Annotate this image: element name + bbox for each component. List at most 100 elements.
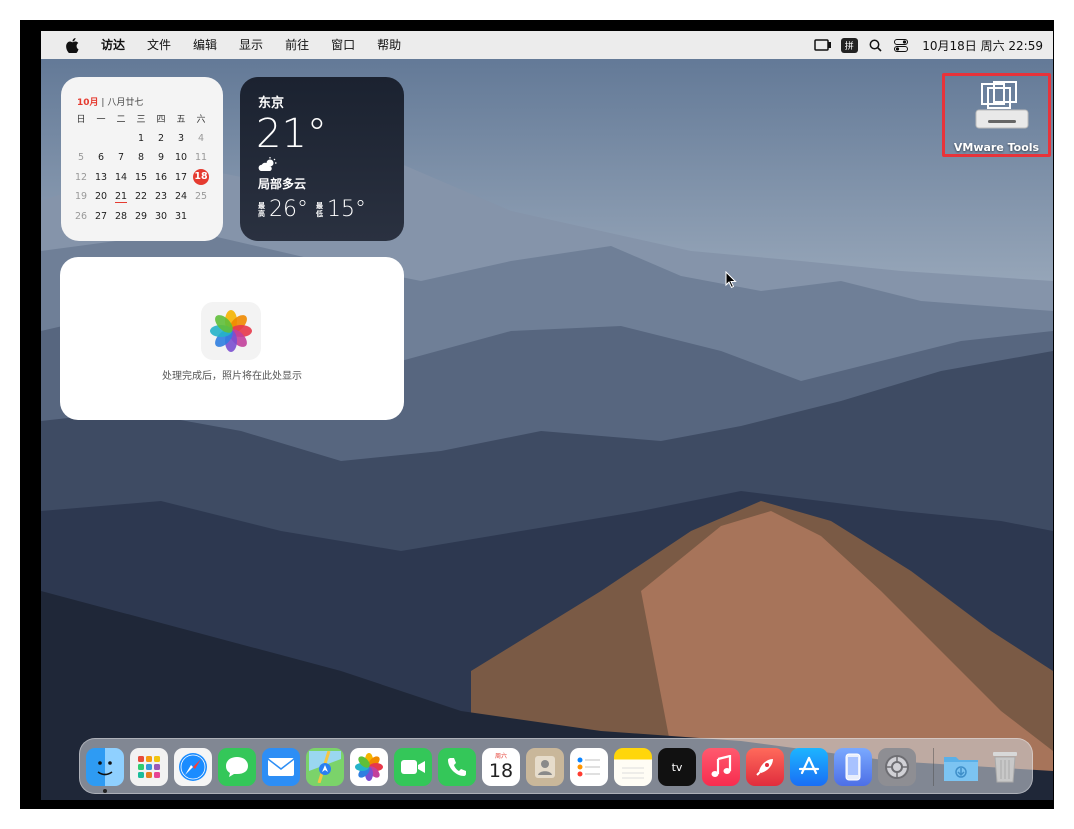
iphone-mirroring-icon[interactable] bbox=[834, 748, 872, 786]
weekday: 二 bbox=[116, 115, 126, 126]
safari-icon[interactable] bbox=[174, 748, 212, 786]
calendar-today-badge: 18 bbox=[193, 169, 209, 186]
calendar-weekday-row: 日 一 二 三 四 五 六 bbox=[71, 109, 211, 129]
weather-widget[interactable]: 东京 21° 局部多云 最高 26° 最低 15° bbox=[240, 77, 404, 241]
menu-edit[interactable]: 编辑 bbox=[182, 31, 228, 59]
calendar-day: 12 bbox=[74, 171, 88, 183]
input-method-icon[interactable]: 拼 bbox=[836, 31, 862, 59]
calendar-day: 8 bbox=[137, 152, 145, 164]
calendar-month: 10月 bbox=[77, 98, 99, 108]
calendar-day: 16 bbox=[154, 171, 168, 183]
calendar-day: 17 bbox=[174, 171, 188, 183]
calendar-day: 24 bbox=[174, 191, 188, 203]
messages-icon[interactable] bbox=[218, 748, 256, 786]
weather-high-low: 最高 26° 最低 15° bbox=[258, 197, 372, 222]
calendar-day: 15 bbox=[134, 171, 148, 183]
mouse-cursor-icon bbox=[725, 270, 737, 293]
svg-text:tv: tv bbox=[672, 761, 683, 774]
calendar-lunar-date: 八月廿七 bbox=[107, 98, 144, 108]
screen-mirroring-icon[interactable] bbox=[810, 31, 836, 59]
calendar-day-marked: 21 bbox=[111, 187, 131, 207]
weather-city: 东京 bbox=[258, 96, 285, 111]
apple-menu-icon[interactable] bbox=[55, 37, 90, 53]
control-center-icon[interactable] bbox=[888, 31, 914, 59]
appletv-icon[interactable]: tv bbox=[658, 748, 696, 786]
calendar-widget[interactable]: 10月 | 八月廿七 日 一 二 三 四 五 六 1 2 3 4 5 6 7 8… bbox=[61, 77, 223, 241]
calendar-day: 9 bbox=[157, 152, 165, 164]
photos-widget[interactable]: 处理完成后，照片将在此处显示 bbox=[60, 257, 404, 420]
finder-running-indicator bbox=[103, 789, 107, 793]
dock-calendar-weekday: 周六 bbox=[494, 753, 507, 760]
calendar-day: 3 bbox=[177, 132, 185, 144]
weather-low-label: 最低 bbox=[316, 201, 323, 218]
weather-high-label: 最高 bbox=[258, 201, 265, 218]
vmware-tools-label: VMware Tools bbox=[953, 141, 1040, 154]
system-settings-icon[interactable] bbox=[878, 748, 916, 786]
calendar-widget-header: 10月 | 八月廿七 bbox=[77, 98, 144, 108]
calendar-week-row: 26 27 28 29 30 31 bbox=[71, 207, 211, 227]
menu-help[interactable]: 帮助 bbox=[366, 31, 412, 59]
spotlight-search-icon[interactable] bbox=[862, 31, 888, 59]
maps-icon[interactable] bbox=[306, 748, 344, 786]
calendar-week-row: 12 13 14 15 16 17 18 bbox=[71, 168, 211, 188]
calendar-week-row: 1 2 3 4 bbox=[71, 129, 211, 149]
menu-window[interactable]: 窗口 bbox=[320, 31, 366, 59]
reminders-icon[interactable] bbox=[570, 748, 608, 786]
weekday: 日 bbox=[76, 115, 86, 126]
calendar-day bbox=[111, 129, 131, 149]
dock-calendar-day: 18 bbox=[488, 760, 514, 782]
facetime-icon[interactable] bbox=[394, 748, 432, 786]
calendar-day: 5 bbox=[77, 152, 85, 164]
calendar-day bbox=[91, 129, 111, 149]
calendar-day: 4 bbox=[197, 132, 205, 144]
menu-finder[interactable]: 访达 bbox=[90, 31, 136, 59]
weather-high: 26° bbox=[269, 197, 308, 222]
mail-icon[interactable] bbox=[262, 748, 300, 786]
calendar-day: 7 bbox=[117, 152, 125, 164]
vmware-tools-disk-icon[interactable]: VMware Tools bbox=[942, 73, 1051, 157]
menu-go[interactable]: 前往 bbox=[274, 31, 320, 59]
calendar-day: 22 bbox=[134, 191, 148, 203]
calendar-day: 30 bbox=[154, 210, 168, 222]
rocket-icon[interactable] bbox=[746, 748, 784, 786]
dock: 周六 18 tv bbox=[79, 738, 1033, 794]
calendar-week-row: 5 6 7 8 9 10 11 bbox=[71, 148, 211, 168]
calendar-day: 27 bbox=[94, 210, 108, 222]
partly-cloudy-icon bbox=[258, 157, 278, 177]
launchpad-icon[interactable] bbox=[130, 748, 168, 786]
calendar-day: 31 bbox=[174, 210, 188, 222]
photos-app-icon[interactable] bbox=[350, 748, 388, 786]
appstore-icon[interactable] bbox=[790, 748, 828, 786]
calendar-day: 19 bbox=[74, 191, 88, 203]
menu-clock[interactable]: 10月18日 周六 22:59 bbox=[914, 37, 1043, 54]
menu-file[interactable]: 文件 bbox=[136, 31, 182, 59]
calendar-day: 10 bbox=[174, 152, 188, 164]
calendar-day: 23 bbox=[154, 191, 168, 203]
calendar-icon[interactable]: 周六 18 bbox=[482, 748, 520, 786]
phone-icon[interactable] bbox=[438, 748, 476, 786]
calendar-day: 1 bbox=[137, 132, 145, 144]
calendar-day: 28 bbox=[114, 210, 128, 222]
calendar-week-row: 19 20 21 22 23 24 25 bbox=[71, 187, 211, 207]
calendar-day bbox=[191, 207, 211, 227]
calendar-day: 21 bbox=[114, 191, 128, 204]
desktop: 访达 文件 编辑 显示 前往 窗口 帮助 拼 10月18日 周六 22:59 1… bbox=[41, 31, 1053, 800]
weekday: 一 bbox=[96, 115, 106, 126]
contacts-icon[interactable] bbox=[526, 748, 564, 786]
notes-icon[interactable] bbox=[614, 748, 652, 786]
calendar-day: 13 bbox=[94, 171, 108, 183]
input-method-label: 拼 bbox=[840, 37, 858, 53]
calendar-today: 18 bbox=[191, 168, 211, 188]
calendar-day: 29 bbox=[134, 210, 148, 222]
menu-view[interactable]: 显示 bbox=[228, 31, 274, 59]
music-icon[interactable] bbox=[702, 748, 740, 786]
calendar-day bbox=[71, 129, 91, 149]
dock-separator bbox=[933, 748, 934, 786]
weekday: 六 bbox=[196, 115, 206, 126]
finder-icon[interactable] bbox=[86, 748, 124, 786]
weekday: 三 bbox=[136, 115, 146, 126]
trash-icon[interactable] bbox=[986, 748, 1024, 786]
photos-widget-message: 处理完成后，照片将在此处显示 bbox=[162, 371, 302, 382]
downloads-folder-icon[interactable] bbox=[942, 748, 980, 786]
calendar-day: 14 bbox=[114, 171, 128, 183]
